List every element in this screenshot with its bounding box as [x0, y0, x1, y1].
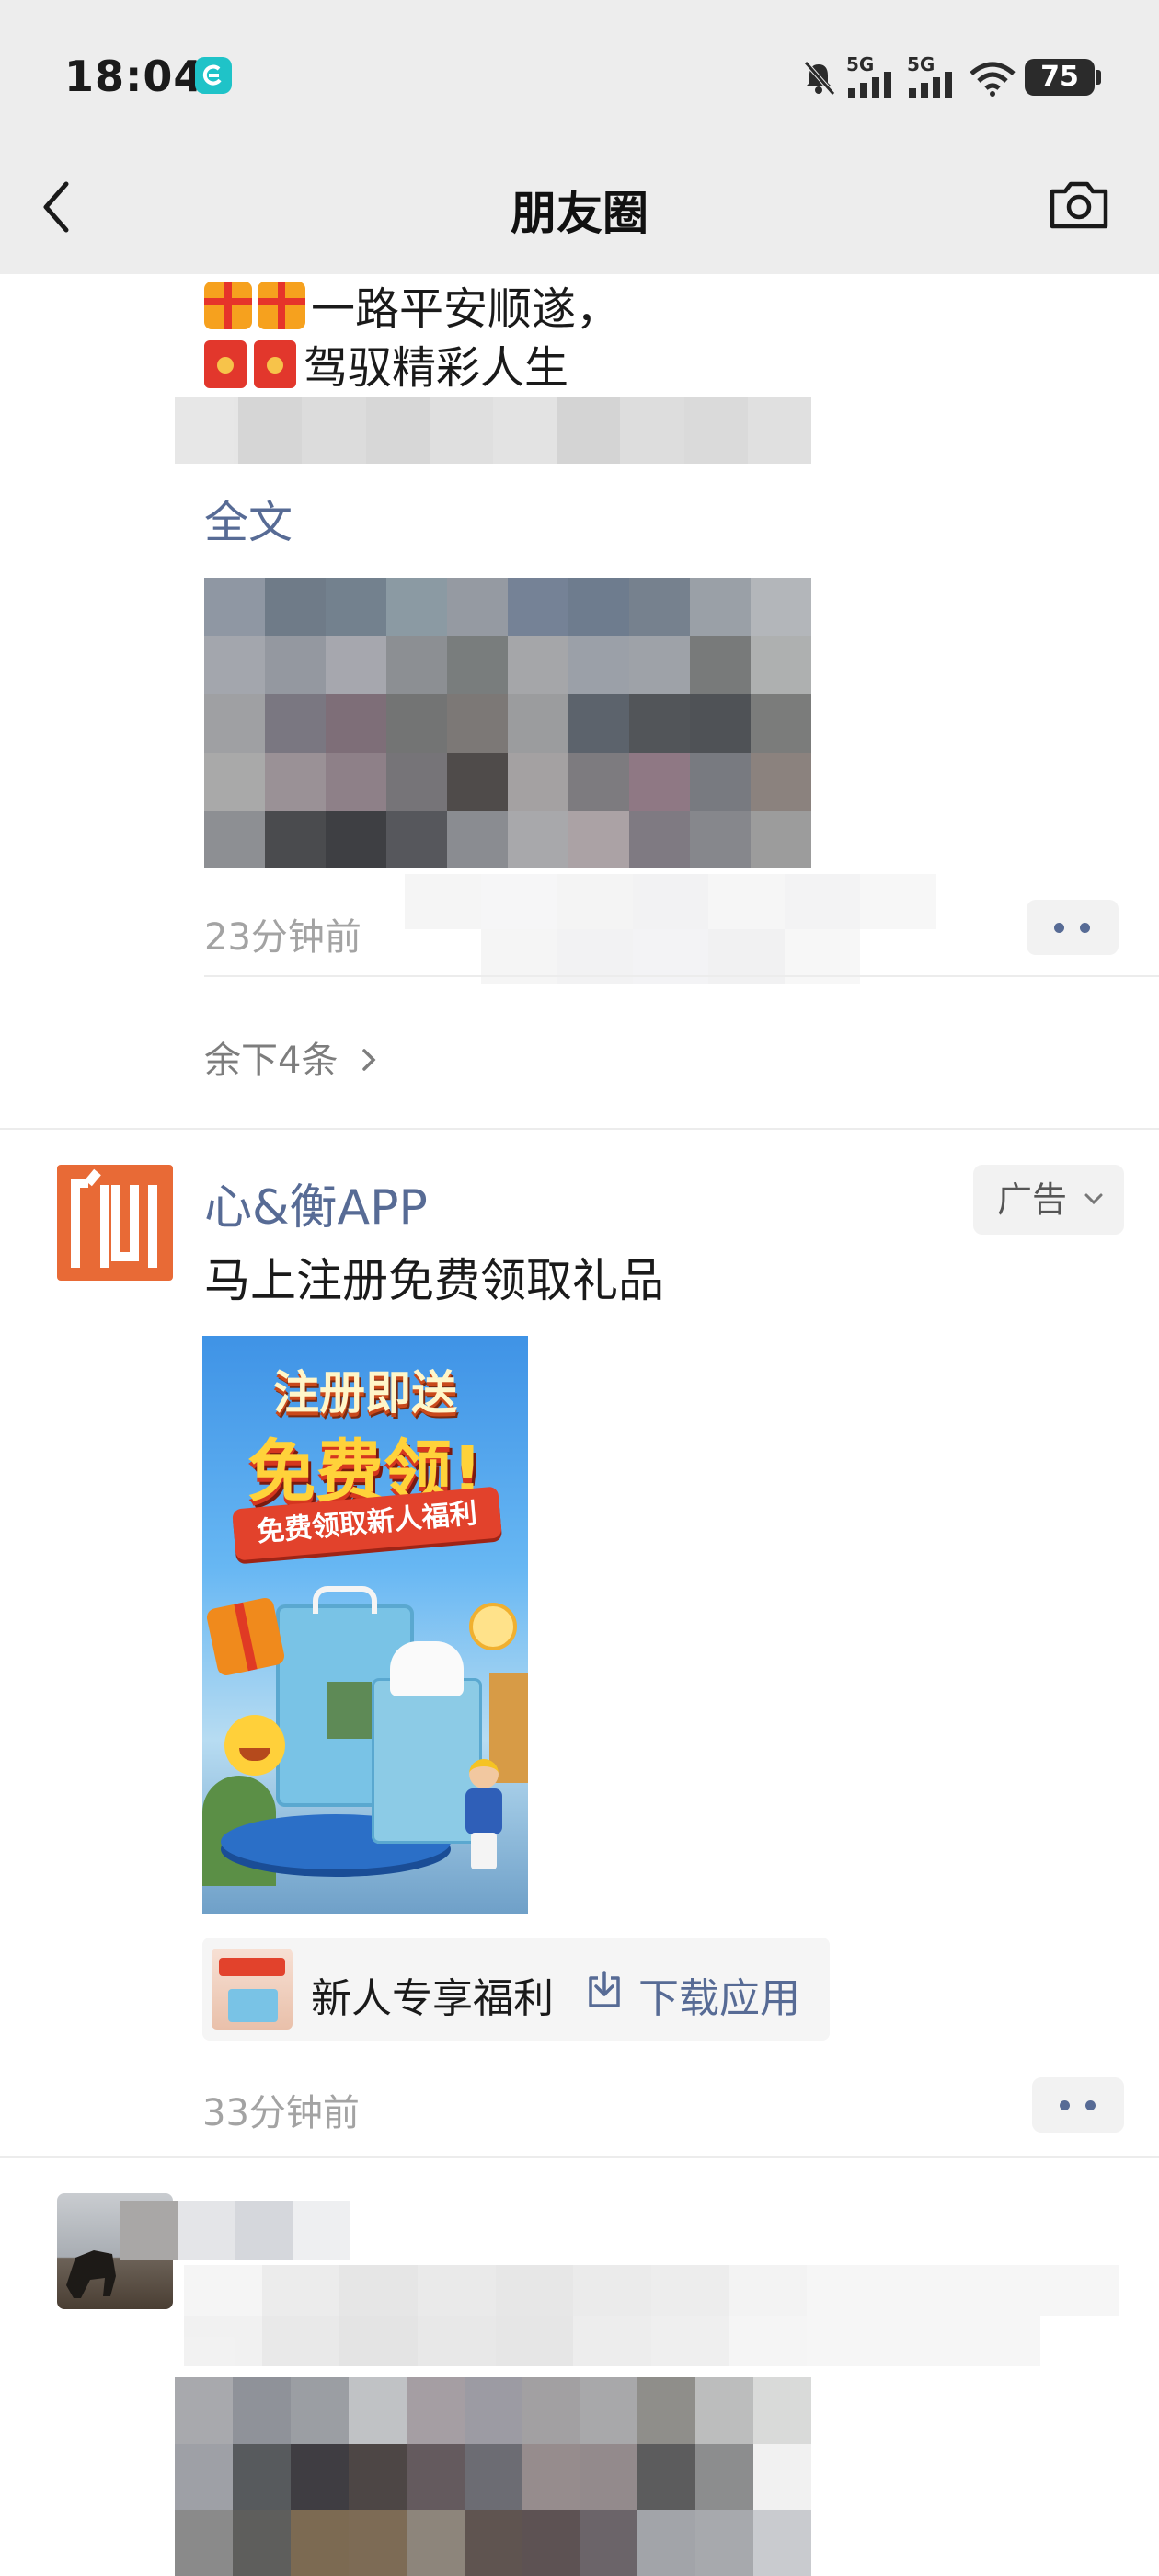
- ad-strip-text: 新人专享福利: [311, 1975, 554, 2022]
- ad-description: 马上注册免费领取礼品: [204, 1254, 664, 1307]
- red-envelope-icon: [204, 340, 247, 388]
- chevron-right-icon: [362, 1049, 376, 1071]
- redacted-username: [120, 2201, 350, 2260]
- battery-indicator: 75: [1025, 59, 1101, 96]
- post-divider: [0, 1128, 1159, 1130]
- camera-icon: [1050, 181, 1108, 229]
- ad-image-smiley: [224, 1715, 285, 1776]
- page-title: 朋友圈: [511, 187, 648, 240]
- download-app-button[interactable]: 下载应用: [585, 1965, 800, 2024]
- ad-image-character: [462, 1759, 504, 1869]
- top-bar: 18:04 5G 5G 75 朋友圈: [0, 0, 1159, 274]
- redacted-post3-image[interactable]: [175, 2377, 811, 2576]
- post-line-2: 驾驭精彩人生: [304, 342, 569, 394]
- ad-image-balloon: [469, 1603, 517, 1650]
- ad-avatar-logo[interactable]: [57, 1165, 173, 1281]
- ad-strip-thumbnail: [212, 1949, 293, 2030]
- ad-image-headline-1: 注册即送: [273, 1366, 457, 1420]
- app-notification-icon: [195, 57, 232, 94]
- full-text-link[interactable]: 全文: [204, 486, 293, 550]
- post-divider: [0, 2156, 1159, 2158]
- download-label: 下载应用: [638, 1975, 800, 2022]
- red-envelope-icon: [254, 340, 296, 388]
- post-more-button[interactable]: [1027, 900, 1119, 955]
- ad-account-name[interactable]: 心&衡APP: [204, 1168, 428, 1237]
- wifi-icon: [970, 62, 1016, 97]
- mute-bell-icon: [804, 61, 835, 96]
- remaining-comments-label: 余下4条: [204, 1040, 339, 1082]
- post-text-line-2: 驾驭精彩人生: [204, 339, 568, 397]
- chevron-down-icon: [1084, 1193, 1103, 1205]
- camera-button[interactable]: [1047, 177, 1111, 232]
- brand-logo-icon: [71, 1168, 157, 1268]
- gift-emoji-icon: [204, 282, 252, 329]
- signal-5g-icon-2: 5G: [907, 53, 958, 99]
- post-time: 23分钟前: [204, 916, 361, 959]
- gift-emoji-icon: [258, 282, 305, 329]
- remaining-comments-link[interactable]: 余下4条: [204, 1030, 381, 1084]
- ad-tag-label: 广告: [997, 1179, 1068, 1220]
- post-line-1: 一路平安顺遂，: [311, 283, 621, 335]
- ad-time: 33分钟前: [202, 2092, 360, 2134]
- redacted-post-image[interactable]: [204, 578, 811, 868]
- redacted-post3-text: [184, 2265, 1119, 2366]
- ad-more-button[interactable]: [1032, 2077, 1124, 2133]
- redacted-location: [405, 874, 1012, 984]
- ad-image-gift-box: [205, 1596, 286, 1677]
- ad-creative-image[interactable]: 注册即送 免费领! 免费领取新人福利: [202, 1336, 528, 1914]
- download-icon: [589, 1971, 620, 2007]
- signal-5g-icon-1: 5G: [846, 53, 898, 99]
- status-time: 18:04: [64, 52, 204, 101]
- status-icons: 5G 5G 75: [800, 53, 1101, 99]
- redacted-text-block: [175, 397, 811, 464]
- post-text-line-1: 一路平安顺遂，: [204, 280, 620, 339]
- comments-divider: [204, 975, 1159, 977]
- ad-tag-button[interactable]: 广告: [973, 1165, 1124, 1235]
- ad-action-strip[interactable]: 新人专享福利 下载应用: [202, 1938, 830, 2041]
